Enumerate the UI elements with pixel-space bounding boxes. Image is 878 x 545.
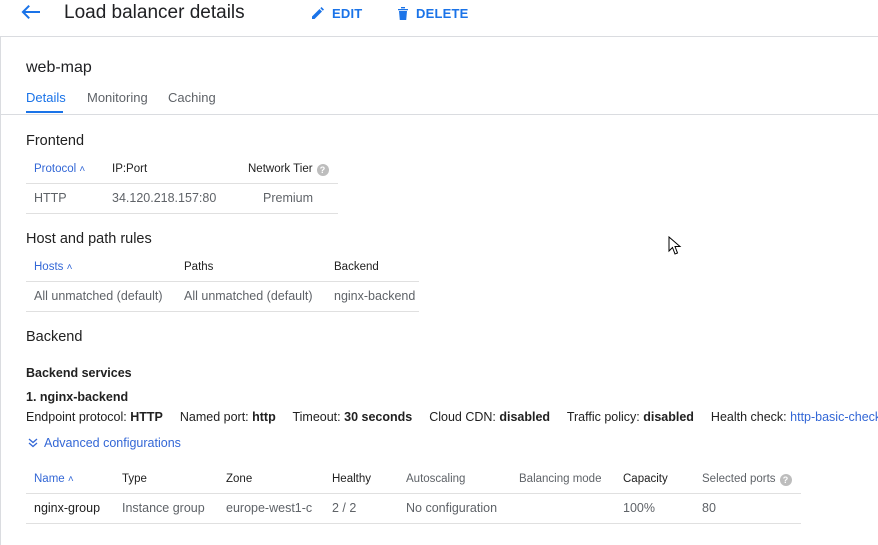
capacity-column-header: Capacity <box>623 473 668 485</box>
hosts-cell: All unmatched (default) <box>34 289 163 303</box>
capacity-cell: 100% <box>623 501 655 515</box>
selected-ports-column-header: Selected ports? <box>702 473 792 486</box>
ip-port-cell: 34.120.218.157:80 <box>112 191 217 205</box>
sort-up-icon: ˄ <box>67 474 74 485</box>
backend-service-properties: Endpoint protocol: HTTP Named port: http… <box>26 410 878 424</box>
timeout-value: 30 seconds <box>344 410 413 424</box>
column-label: Selected ports <box>702 473 776 485</box>
top-bar: Load balancer details EDIT DELETE <box>0 0 878 37</box>
table-header: Protocol ˄ IP:Port Network Tier? <box>26 155 338 184</box>
cloud-cdn-value: disabled <box>499 410 551 424</box>
instance-group-name-cell[interactable]: nginx-group <box>34 501 100 515</box>
cloud-cdn-label: Cloud CDN: <box>429 410 496 424</box>
health-check-link[interactable]: http-basic-check <box>790 410 878 424</box>
back-arrow-icon[interactable] <box>20 3 42 21</box>
zone-column-header: Zone <box>226 473 253 485</box>
column-label: Protocol <box>34 163 77 175</box>
backend-service-name: 1. nginx-backend <box>26 390 129 404</box>
pencil-icon <box>312 7 324 19</box>
health-check-label: Health check: <box>710 410 787 424</box>
healthy-column-header: Healthy <box>332 473 371 485</box>
protocol-cell: HTTP <box>34 191 67 205</box>
table-header: Hosts ˄ Paths Backend <box>26 253 419 282</box>
name-column-header[interactable]: Name ˄ <box>34 473 74 485</box>
column-label: Hosts <box>34 261 64 273</box>
tab-monitoring[interactable]: Monitoring <box>87 90 148 105</box>
table-row: nginx-group Instance group europe-west1-… <box>26 494 801 524</box>
zone-cell: europe-west1-c <box>226 501 313 515</box>
tab-details[interactable]: Details <box>26 90 66 105</box>
table-row: HTTP 34.120.218.157:80 Premium <box>26 184 338 214</box>
delete-label: DELETE <box>416 5 469 21</box>
table-row: All unmatched (default) All unmatched (d… <box>26 282 419 312</box>
help-icon[interactable]: ? <box>316 164 329 176</box>
mouse-cursor-icon <box>668 236 682 255</box>
network-tier-cell: Premium <box>263 191 314 205</box>
protocol-column-header[interactable]: Protocol ˄ <box>34 163 85 175</box>
type-column-header: Type <box>122 473 147 485</box>
backend-services-title: Backend services <box>26 366 132 380</box>
load-balancer-name: web-map <box>26 59 92 76</box>
backend-title: Backend <box>26 329 83 345</box>
healthy-cell: 2 / 2 <box>332 501 357 515</box>
advanced-configurations-toggle[interactable]: Advanced configurations <box>28 436 181 450</box>
endpoint-protocol-label: Endpoint protocol: <box>26 410 127 424</box>
frontend-title: Frontend <box>26 133 85 149</box>
page-title: Load balancer details <box>64 2 245 23</box>
named-port-value: http <box>252 410 276 424</box>
edit-label: EDIT <box>332 5 363 21</box>
autoscaling-cell: No configuration <box>406 501 498 515</box>
active-tab-indicator <box>26 111 63 113</box>
help-icon[interactable]: ? <box>779 474 792 486</box>
paths-column-header: Paths <box>184 261 214 273</box>
host-path-rules-title: Host and path rules <box>26 231 152 247</box>
named-port-label: Named port: <box>179 410 249 424</box>
delete-button[interactable]: DELETE <box>397 5 468 21</box>
hosts-column-header[interactable]: Hosts ˄ <box>34 261 72 273</box>
selected-ports-cell: 80 <box>702 501 716 515</box>
endpoint-protocol-value: HTTP <box>130 410 163 424</box>
column-label: Name <box>34 473 65 485</box>
double-chevron-down-icon <box>28 438 38 448</box>
type-cell: Instance group <box>122 501 205 515</box>
traffic-policy-value: disabled <box>643 410 694 424</box>
ip-port-column-header: IP:Port <box>112 163 148 175</box>
tab-bar: Details Monitoring Caching <box>0 88 878 115</box>
advanced-configurations-label: Advanced configurations <box>44 436 181 450</box>
timeout-label: Timeout: <box>292 410 341 424</box>
network-tier-column-header: Network Tier? <box>248 163 329 176</box>
backend-cell: nginx-backend <box>334 289 416 303</box>
balancing-mode-column-header: Balancing mode <box>519 473 602 485</box>
sort-up-icon: ˄ <box>79 164 86 175</box>
backend-column-header: Backend <box>334 261 379 273</box>
sort-up-icon: ˄ <box>66 262 73 273</box>
autoscaling-column-header: Autoscaling <box>406 473 466 485</box>
edit-button[interactable]: EDIT <box>311 5 362 21</box>
tab-caching[interactable]: Caching <box>168 90 216 105</box>
table-header: Name ˄ Type Zone Healthy Autoscaling Bal… <box>26 465 801 494</box>
column-label: Network Tier <box>248 163 313 175</box>
paths-cell: All unmatched (default) <box>184 289 313 303</box>
traffic-policy-label: Traffic policy: <box>566 410 640 424</box>
trash-icon <box>398 7 408 20</box>
